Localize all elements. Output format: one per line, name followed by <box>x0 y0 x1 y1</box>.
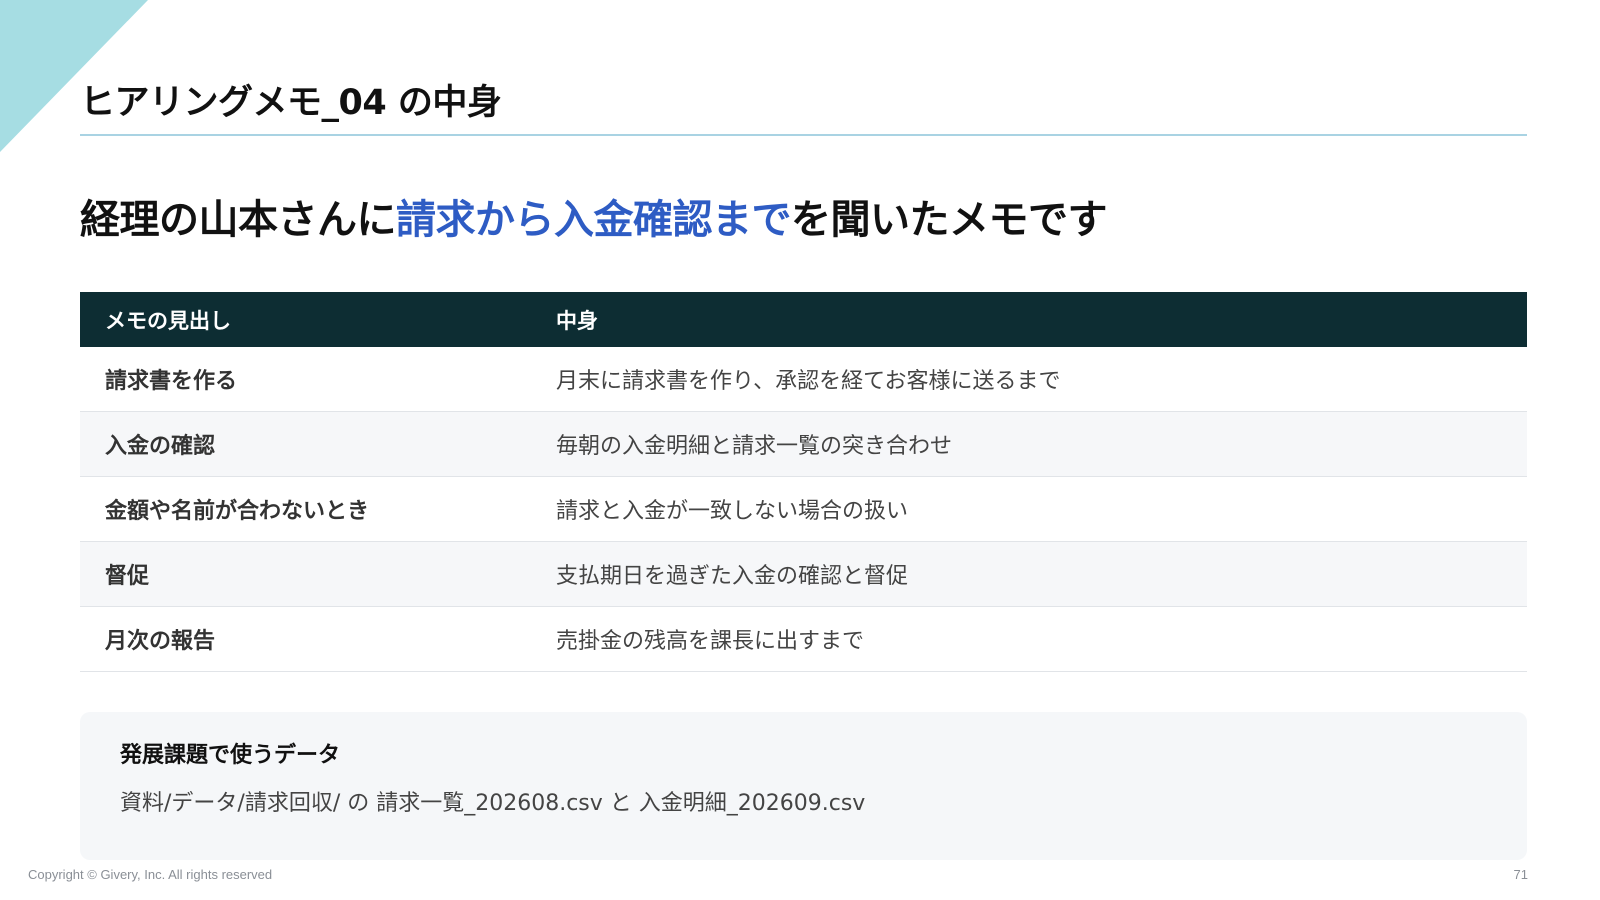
table-header: メモの見出し 中身 <box>80 292 1527 347</box>
table-row: 月次の報告 売掛金の残高を課長に出すまで <box>80 607 1527 672</box>
slide-title: ヒアリングメモ_04 の中身 <box>80 83 502 123</box>
table-row: 督促 支払期日を過ぎた入金の確認と督促 <box>80 542 1527 607</box>
info-box-text: 資料/データ/請求回収/ の 請求一覧_202608.csv と 入金明細_20… <box>120 791 866 816</box>
table-row: 入金の確認 毎朝の入金明細と請求一覧の突き合わせ <box>80 412 1527 477</box>
row-content: 支払期日を過ぎた入金の確認と督促 <box>556 564 909 589</box>
column-header-heading: メモの見出し <box>105 308 231 333</box>
title-divider <box>80 134 1527 136</box>
row-heading: 督促 <box>105 564 150 589</box>
headline-before: 経理の山本さんに <box>80 197 397 243</box>
row-heading: 請求書を作る <box>105 369 238 394</box>
row-heading: 金額や名前が合わないとき <box>105 499 370 524</box>
page-number: 71 <box>1513 867 1528 882</box>
table-row: 金額や名前が合わないとき 請求と入金が一致しない場合の扱い <box>80 477 1527 542</box>
data-info-box: 発展課題で使うデータ 資料/データ/請求回収/ の 請求一覧_202608.cs… <box>80 712 1527 860</box>
headline-highlight: 請求から入金確認まで <box>396 197 792 243</box>
column-header-content: 中身 <box>556 308 598 333</box>
row-content: 月末に請求書を作り、承認を経てお客様に送るまで <box>556 369 1061 394</box>
row-heading: 月次の報告 <box>105 629 216 654</box>
headline: 経理の山本さんに請求から入金確認までを聞いたメモです <box>80 187 1108 245</box>
row-heading: 入金の確認 <box>105 434 216 459</box>
memo-table: メモの見出し 中身 請求書を作る 月末に請求書を作り、承認を経てお客様に送るまで… <box>80 292 1527 672</box>
row-content: 請求と入金が一致しない場合の扱い <box>556 499 909 524</box>
copyright-notice: Copyright © Givery, Inc. All rights rese… <box>28 867 273 882</box>
row-content: 売掛金の残高を課長に出すまで <box>556 629 865 654</box>
row-content: 毎朝の入金明細と請求一覧の突き合わせ <box>556 434 953 459</box>
info-box-title: 発展課題で使うデータ <box>120 743 341 768</box>
table-row: 請求書を作る 月末に請求書を作り、承認を経てお客様に送るまで <box>80 347 1527 412</box>
headline-after: を聞いたメモです <box>791 197 1108 243</box>
